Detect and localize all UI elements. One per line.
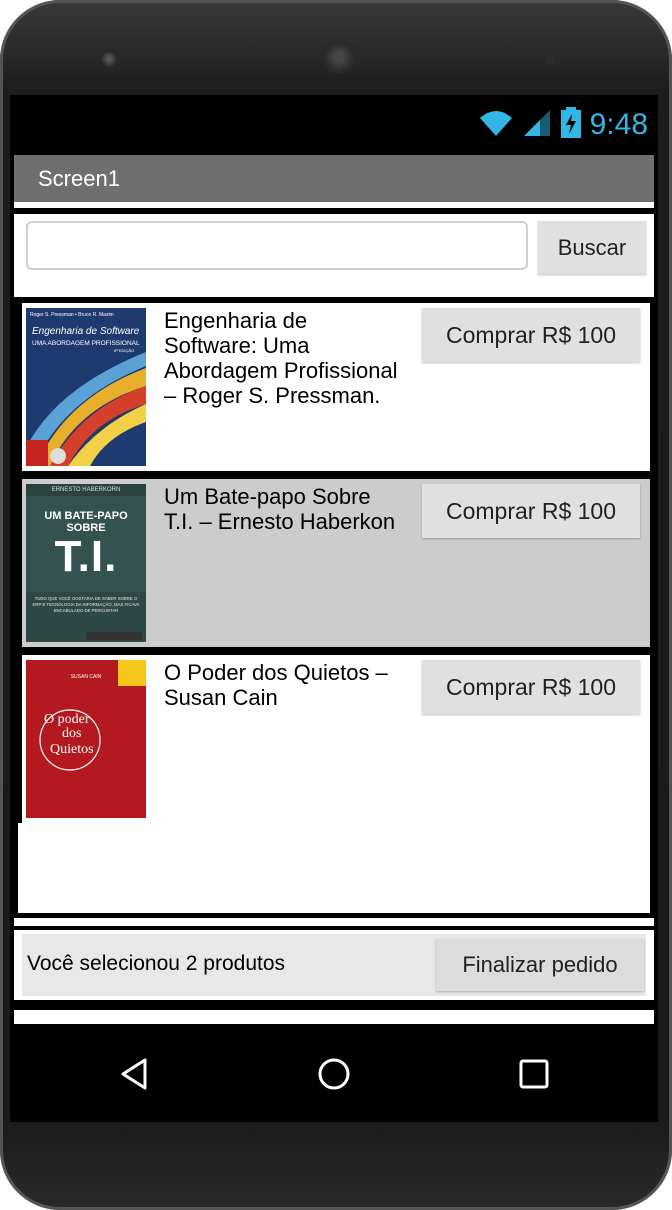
list-item[interactable]: Roger S. Pressman • Bruce R. Maxim Engen… xyxy=(22,303,650,471)
back-triangle-icon[interactable] xyxy=(114,1054,154,1094)
book-cover-image: SUSAN CAIN O poder dos Quietos xyxy=(26,660,146,818)
product-title: O Poder dos Quietos – Susan Cain xyxy=(164,660,388,710)
divider xyxy=(14,290,654,296)
screen-title: Screen1 xyxy=(14,155,654,202)
cover-tagline: TUDO QUE VOCÊ GOSTARIA DE SABER SOBRE O … xyxy=(32,596,140,613)
book-cover-image: Roger S. Pressman • Bruce R. Maxim Engen… xyxy=(26,308,146,466)
product-title: Engenharia de Software: Uma Abordagem Pr… xyxy=(164,308,398,408)
finish-order-button[interactable]: Finalizar pedido xyxy=(436,939,644,991)
list-item[interactable]: SUSAN CAIN O poder dos Quietos O Poder d… xyxy=(22,655,650,823)
book-cover-image: ERNESTO HABERKORN UM BATE-PAPO SOBRE T.I… xyxy=(26,484,146,642)
divider xyxy=(14,918,654,926)
buy-button[interactable]: Comprar R$ 100 xyxy=(422,484,640,538)
cover-author: SUSAN CAIN xyxy=(70,674,102,680)
list-item[interactable]: ERNESTO HABERKORN UM BATE-PAPO SOBRE T.I… xyxy=(22,479,650,647)
signal-icon xyxy=(522,108,552,143)
cover-title-line3: Quietos xyxy=(50,742,94,757)
product-title: Um Bate-papo Sobre T.I. – Ernesto Haberk… xyxy=(164,484,396,534)
list-empty-space xyxy=(18,823,650,913)
selection-count-text: Você selecionou 2 produtos xyxy=(27,952,286,975)
home-circle-icon[interactable] xyxy=(314,1054,354,1094)
cover-edition: 8ª EDIÇÃO xyxy=(114,348,135,353)
cover-authors: Roger S. Pressman • Bruce R. Maxim xyxy=(30,312,114,318)
navigation-bar xyxy=(10,1030,658,1122)
search-button[interactable]: Buscar xyxy=(538,221,646,274)
earpiece-speaker xyxy=(322,40,356,74)
search-input[interactable] xyxy=(26,221,528,270)
proximity-sensor xyxy=(545,55,555,65)
phone-frame: 9:48 Screen1 Buscar Roger S. Pressman • … xyxy=(0,0,672,1210)
buy-button[interactable]: Comprar R$ 100 xyxy=(422,660,640,714)
cover-title: Engenharia de Software xyxy=(32,326,140,337)
cover-title-line2: dos xyxy=(62,726,82,741)
recents-square-icon[interactable] xyxy=(514,1054,554,1094)
search-row: Buscar xyxy=(22,216,646,282)
status-bar: 9:48 xyxy=(10,95,658,155)
cover-title-line1: UM BATE-PAPO xyxy=(44,510,128,522)
cover-title-line3: T.I. xyxy=(54,532,118,581)
order-footer: Você selecionou 2 produtos Finalizar ped… xyxy=(22,934,646,996)
divider xyxy=(14,202,654,208)
divider xyxy=(14,1010,654,1024)
cover-author: ERNESTO HABERKORN xyxy=(51,487,121,493)
front-camera xyxy=(100,50,118,68)
wifi-icon xyxy=(478,108,514,143)
cover-subtitle: UMA ABORDAGEM PROFISSIONAL xyxy=(32,340,140,347)
buy-button[interactable]: Comprar R$ 100 xyxy=(422,308,640,362)
clock-time: 9:48 xyxy=(589,108,648,141)
battery-charging-icon xyxy=(560,106,582,144)
device-screen: 9:48 Screen1 Buscar Roger S. Pressman • … xyxy=(10,95,658,1122)
app-content: Buscar Roger S. Pressman • Bruce R. Maxi… xyxy=(14,202,654,1030)
